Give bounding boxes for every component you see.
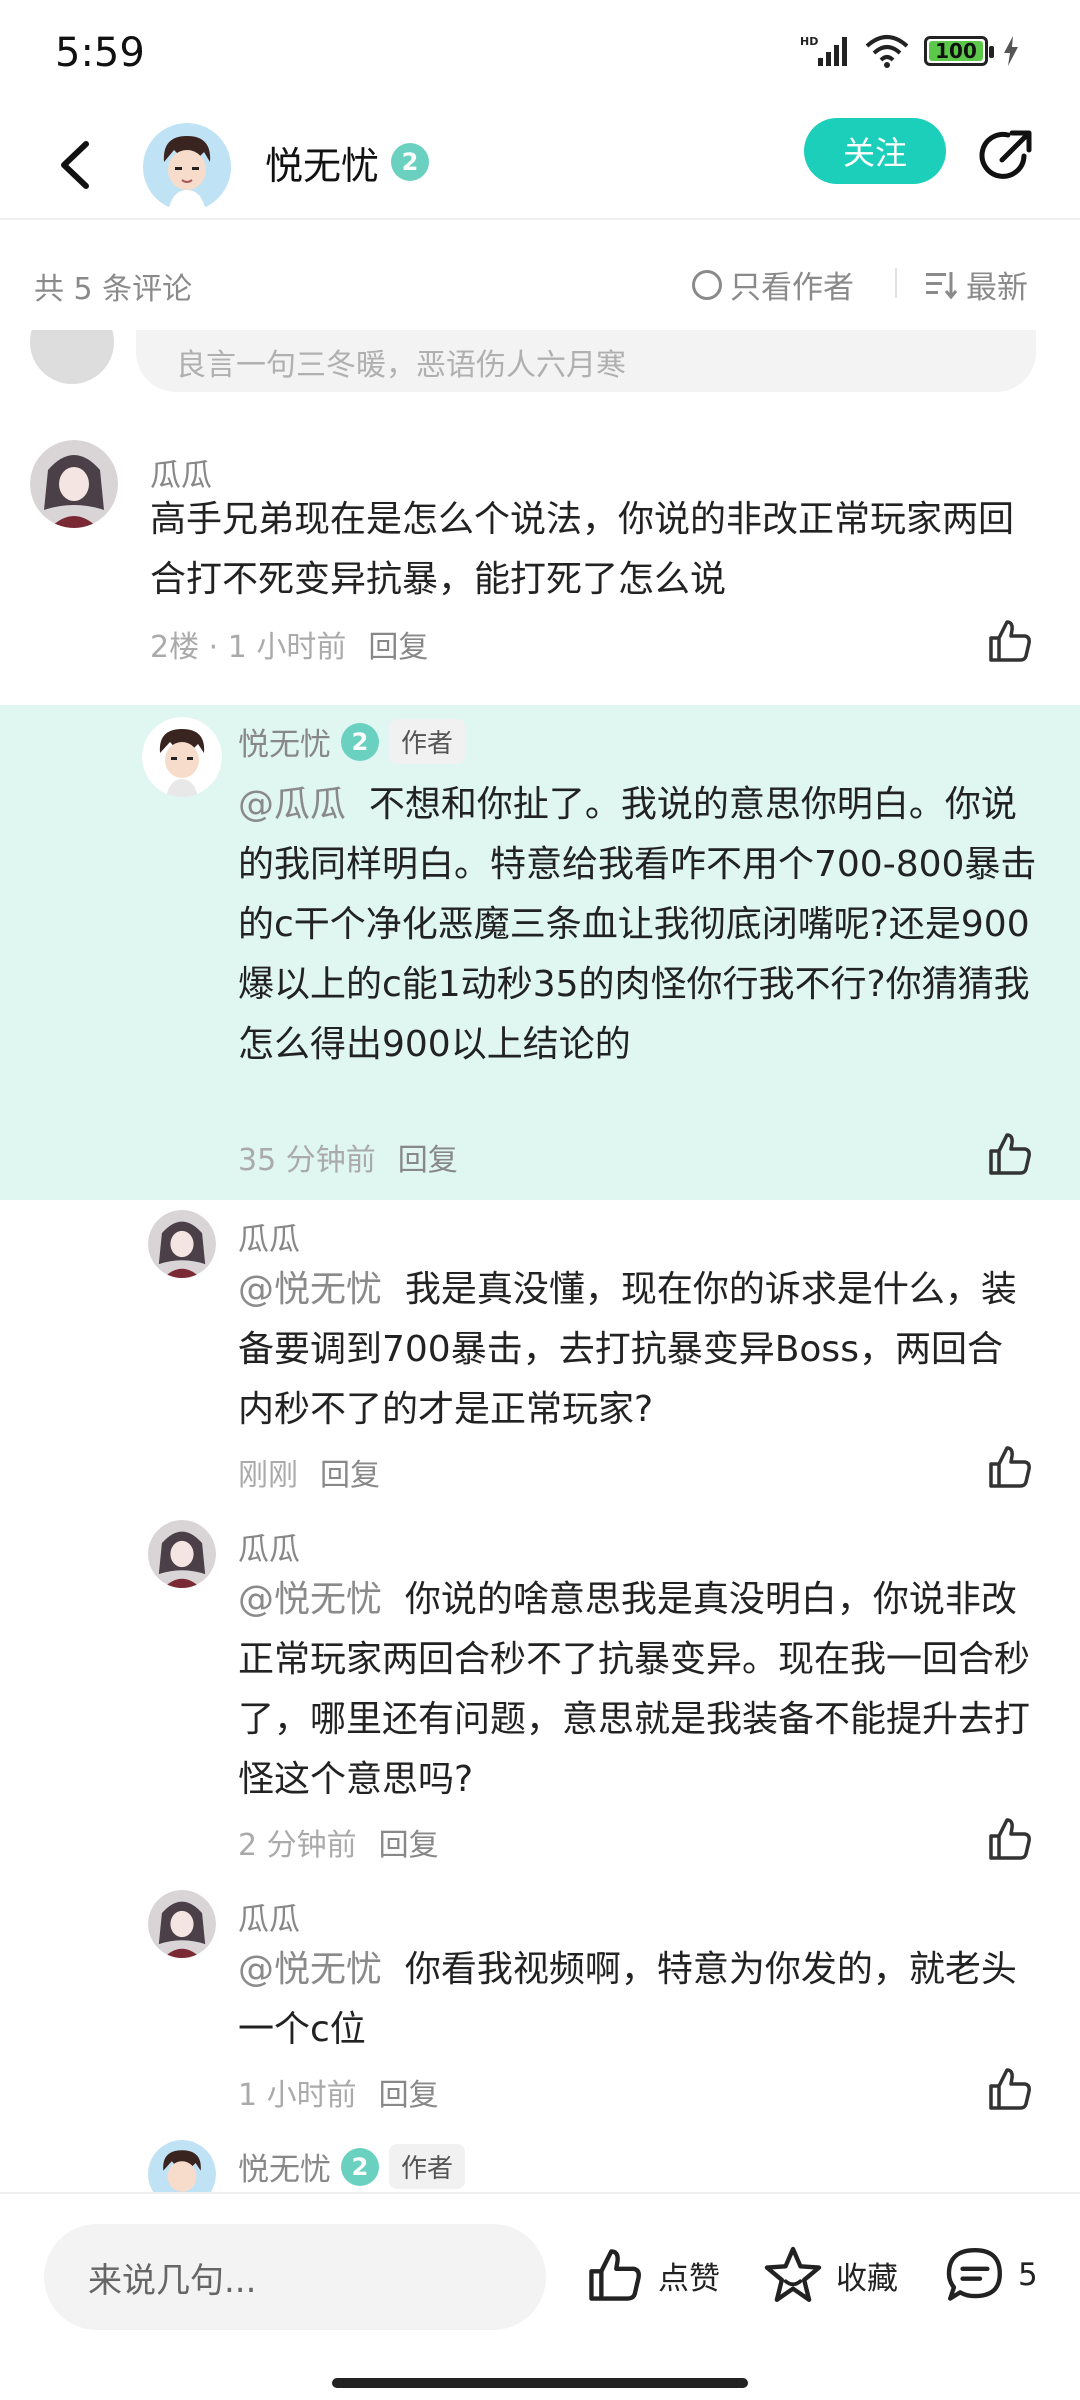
comment-text: @悦无忧 你看我视频啊，特意为你发的，就老头一个c位 [238, 1940, 1038, 2060]
comment-count-label: 5 [1018, 2257, 1038, 2293]
signal-icon: HD [800, 35, 847, 66]
sort-icon [926, 271, 958, 299]
status-bar: 5:59 HD 100 [0, 0, 1080, 110]
status-time: 5:59 [55, 30, 145, 76]
username: 瓜瓜 [238, 1222, 300, 1258]
comment-item: 瓜瓜 高手兄弟现在是怎么个说法，你说的非改正常玩家两回合打不死变异抗暴，能打死了… [0, 440, 1080, 680]
author-tag: 作者 [389, 2144, 466, 2189]
username: 悦无忧 [265, 143, 380, 188]
username: 悦无忧 [238, 727, 331, 763]
avatar[interactable] [148, 1890, 216, 1958]
comment-text: @悦无忧 我是真没懂，现在你的诉求是什么，装备要调到700暴击，去打抗暴变异Bo… [238, 1260, 1038, 1440]
comment-username[interactable]: 瓜瓜 [238, 1524, 300, 1569]
comment-text: @悦无忧 你说的啥意思我是真没明白，你说非改正常玩家两回合秒不了抗暴变异。现在我… [238, 1570, 1038, 1810]
comment-text: 高手兄弟现在是怎么个说法，你说的非改正常玩家两回合打不死变异抗暴，能打死了怎么说 [150, 499, 1015, 600]
reply-button[interactable]: 回复 [320, 1450, 380, 1494]
comment-username[interactable]: 悦无忧 2 作者 [238, 2144, 466, 2189]
level-badge: 2 [391, 143, 430, 181]
comment-item: 悦无忧 2 作者 @瓜瓜 不想和你扯了。我说的意思你明白。你说的我同样明白。特意… [0, 705, 1080, 1200]
comment-meta: 1 小时前 回复 [238, 2070, 439, 2114]
mention-link[interactable]: @瓜瓜 [238, 784, 346, 825]
comment-meta: 刚刚 回复 [238, 1450, 380, 1494]
only-author-label: 只看作者 [730, 270, 854, 306]
mention-link[interactable]: @悦无忧 [238, 1949, 382, 1990]
level-badge: 2 [341, 722, 379, 761]
follow-button[interactable]: 关注 [804, 118, 946, 184]
radio-icon [692, 269, 722, 300]
avatar[interactable] [148, 1210, 216, 1278]
like-icon[interactable] [985, 1814, 1035, 1864]
like-button[interactable]: 点赞 [584, 2244, 720, 2306]
avatar [30, 330, 114, 384]
mention-link[interactable]: @悦无忧 [238, 1269, 382, 1310]
author-tag: 作者 [389, 719, 466, 764]
comment-time: 2楼 · 1 小时前 [150, 630, 347, 665]
username: 瓜瓜 [150, 458, 212, 494]
back-arrow-icon[interactable] [50, 132, 100, 198]
reply-button[interactable]: 回复 [368, 622, 428, 666]
hd-label: HD [800, 35, 818, 48]
status-icons: HD 100 [800, 34, 1020, 68]
home-indicator[interactable] [332, 2378, 748, 2388]
battery-icon: 100 [924, 36, 994, 66]
comment-username[interactable]: 瓜瓜 [238, 1894, 300, 1939]
reply-button[interactable]: 回复 [379, 2070, 439, 2114]
like-icon[interactable] [985, 2064, 1035, 2114]
comment-bubble-icon [946, 2248, 1002, 2301]
comment-input[interactable]: 来说几句... [44, 2224, 546, 2330]
only-author-toggle[interactable]: 只看作者 [692, 262, 854, 307]
comments-button[interactable]: 5 [944, 2244, 1038, 2306]
battery-level: 100 [935, 39, 977, 63]
avatar[interactable] [142, 717, 222, 797]
comment-body: 不想和你扯了。我说的意思你明白。你说的我同样明白。特意给我看咋不用个700-80… [238, 784, 1037, 1065]
avatar[interactable] [148, 1520, 216, 1588]
thumbs-up-icon [589, 2249, 641, 2301]
bottom-action-bar: 来说几句... 点赞 收藏 5 [0, 2192, 1080, 2400]
like-icon[interactable] [985, 616, 1035, 666]
divider [895, 268, 897, 298]
comment-meta: 2 分钟前 回复 [238, 1820, 439, 1864]
comment-item: 悦无忧 2 作者 [0, 2140, 1080, 2192]
sort-toggle[interactable]: 最新 [926, 262, 1028, 307]
comment-username[interactable]: 瓜瓜 [238, 1214, 300, 1259]
username: 瓜瓜 [238, 1532, 300, 1568]
wifi-icon [865, 35, 909, 68]
previous-comment-preview: 良言一句三冬暖，恶语伤人六月寒 [0, 330, 1080, 392]
username: 瓜瓜 [238, 1902, 300, 1938]
comment-count: 共 5 条评论 [34, 272, 193, 307]
comment-list[interactable]: 良言一句三冬暖，恶语伤人六月寒 瓜瓜 高手兄弟现在是怎么个说法，你说的非改正常玩… [0, 330, 1080, 2192]
like-label: 点赞 [658, 2260, 720, 2297]
comment-meta: 35 分钟前 回复 [238, 1135, 458, 1179]
comment-item: 瓜瓜 @悦无忧 你说的啥意思我是真没明白，你说非改正常玩家两回合秒不了抗暴变异。… [0, 1520, 1080, 1880]
collect-button[interactable]: 收藏 [762, 2244, 898, 2306]
comment-item: 瓜瓜 @悦无忧 你看我视频啊，特意为你发的，就老头一个c位 1 小时前 回复 [0, 1890, 1080, 2120]
collect-label: 收藏 [836, 2260, 898, 2297]
profile-name[interactable]: 悦无忧 2 [265, 132, 430, 192]
avatar[interactable] [148, 2140, 216, 2192]
comment-username[interactable]: 瓜瓜 [150, 450, 212, 495]
avatar[interactable] [142, 122, 232, 212]
comment-time: 35 分钟前 [238, 1143, 376, 1178]
comment-time: 刚刚 [238, 1458, 298, 1493]
previous-comment-text: 良言一句三冬暖，恶语伤人六月寒 [136, 330, 1036, 392]
comment-text: @瓜瓜 不想和你扯了。我说的意思你明白。你说的我同样明白。特意给我看咋不用个70… [238, 775, 1038, 1075]
comment-time: 2 分钟前 [238, 1828, 357, 1863]
mention-link[interactable]: @悦无忧 [238, 1579, 382, 1620]
share-icon[interactable] [978, 126, 1036, 184]
avatar[interactable] [30, 440, 118, 528]
top-nav: 悦无忧 2 关注 [0, 110, 1080, 220]
reply-button[interactable]: 回复 [379, 1820, 439, 1864]
level-badge: 2 [341, 2147, 379, 2186]
charging-icon [1004, 36, 1018, 66]
comment-item: 瓜瓜 @悦无忧 我是真没懂，现在你的诉求是什么，装备要调到700暴击，去打抗暴变… [0, 1210, 1080, 1510]
like-icon[interactable] [985, 1442, 1035, 1492]
sort-label: 最新 [966, 270, 1028, 306]
reply-button[interactable]: 回复 [398, 1135, 458, 1179]
comment-username[interactable]: 悦无忧 2 作者 [238, 719, 466, 764]
comment-meta: 2楼 · 1 小时前 回复 [150, 622, 428, 666]
comment-time: 1 小时前 [238, 2078, 357, 2113]
username: 悦无忧 [238, 2152, 331, 2188]
like-icon[interactable] [985, 1129, 1035, 1179]
star-icon [764, 2246, 822, 2302]
